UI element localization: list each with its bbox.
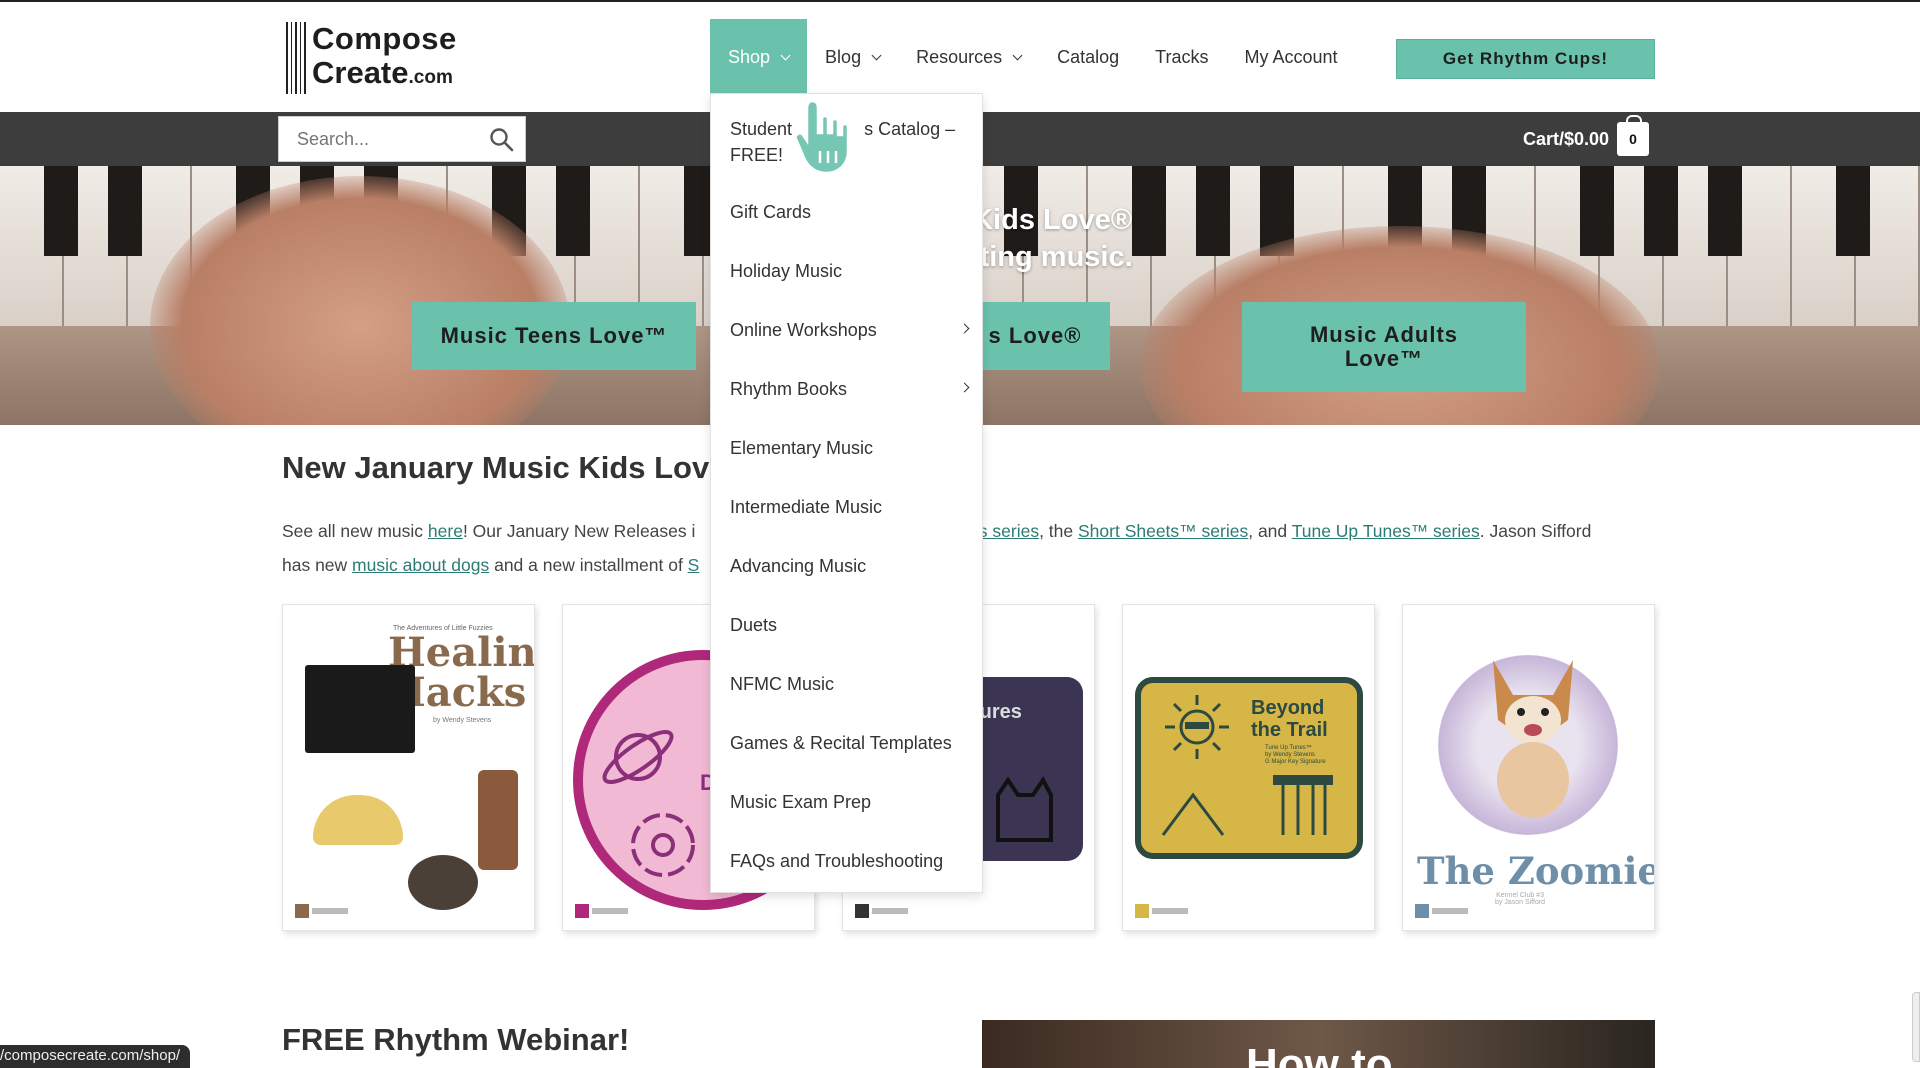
planet-icon — [602, 730, 674, 784]
logo-line-2: Create.com — [312, 54, 453, 90]
product-title: Beyond the Trail — [1251, 697, 1328, 741]
nav-shop[interactable]: Shop — [710, 19, 808, 95]
chevron-right-icon — [959, 382, 970, 393]
product-author: by Wendy Stevens — [433, 717, 492, 724]
menu-item-nfmc-music[interactable]: NFMC Music — [711, 671, 982, 697]
flower-icon — [631, 813, 695, 877]
status-bar-url: /composecreate.com/shop/ — [0, 1045, 191, 1068]
hand-pointer-cursor-icon — [794, 99, 850, 175]
menu-item-faqs-troubleshooting[interactable]: FAQs and Troubleshooting — [711, 848, 982, 874]
menu-item-music-exam-prep[interactable]: Music Exam Prep — [711, 789, 982, 815]
webinar-video-thumbnail[interactable]: How to — [982, 1020, 1655, 1068]
menu-item-rhythm-books[interactable]: Rhythm Books — [711, 376, 982, 402]
soda-can-illustration — [478, 770, 518, 870]
menu-item-advancing-music[interactable]: Advancing Music — [711, 553, 982, 579]
logo-bars-icon — [286, 22, 306, 94]
shop-dropdown-menu: Student s Catalog – FREE! Gift Cards Holi… — [710, 93, 983, 893]
menu-item-holiday-music[interactable]: Holiday Music — [711, 258, 982, 284]
nav-tracks[interactable]: Tracks — [1137, 19, 1226, 95]
chevron-right-icon — [959, 323, 970, 334]
music-adults-love-button[interactable]: Music Adults Love™ — [1242, 302, 1526, 392]
get-rhythm-cups-button[interactable]: Get Rhythm Cups! — [1396, 39, 1655, 79]
product-subtitle: Tune Up Tunes™ by Wendy Stevens G Major Ke… — [1265, 745, 1326, 765]
scrollbar[interactable] — [1912, 992, 1920, 1062]
chips-illustration — [313, 795, 403, 845]
menu-item-online-workshops[interactable]: Online Workshops — [711, 317, 982, 343]
nav-catalog[interactable]: Catalog — [1039, 19, 1137, 95]
nav-resources[interactable]: Resources — [898, 19, 1039, 95]
menu-item-elementary-music[interactable]: Elementary Music — [711, 435, 982, 461]
cart-link[interactable]: Cart/$0.00 0 — [1523, 115, 1650, 159]
menu-item-games-recital-templates[interactable]: Games & Recital Templates — [711, 730, 982, 756]
section-title-free-rhythm-webinar: FREE Rhythm Webinar! — [282, 1022, 630, 1057]
search-icon[interactable] — [489, 127, 515, 153]
nav-blog[interactable]: Blog — [807, 19, 898, 95]
music-teens-love-button[interactable]: Music Teens Love™ — [412, 302, 696, 370]
sun-icon — [1165, 695, 1229, 759]
link-short-sheets-series[interactable]: Short Sheets™ series — [1078, 521, 1248, 541]
product-card-the-zoomies[interactable]: The Zoomies! Kennel Club #3by Jason Siff… — [1402, 604, 1655, 931]
tv-illustration — [305, 665, 415, 753]
search-box — [278, 116, 526, 162]
cart-count-badge: 0 — [1617, 115, 1650, 156]
link-here[interactable]: here — [428, 521, 463, 541]
main-nav: Shop Blog Resources Catalog Tracks My Ac… — [710, 19, 1356, 95]
product-card-healing-hacks[interactable]: The Adventures of Little Fuzzies Healing… — [282, 604, 535, 931]
trail-illustration — [1161, 775, 1333, 836]
menu-item-intermediate-music[interactable]: Intermediate Music — [711, 494, 982, 520]
search-input[interactable] — [297, 128, 477, 150]
menu-item-gift-cards[interactable]: Gift Cards — [711, 199, 982, 225]
menu-item-duets[interactable]: Duets — [711, 612, 982, 638]
logo[interactable]: Compose Create.com — [286, 20, 457, 95]
link-tune-up-tunes-series[interactable]: Tune Up Tunes™ series — [1292, 521, 1480, 541]
chevron-down-icon — [871, 50, 882, 60]
video-title: How to — [1246, 1040, 1393, 1068]
cat-icon — [996, 776, 1053, 842]
logo-text: Compose Create.com — [312, 20, 457, 95]
nav-my-account[interactable]: My Account — [1227, 19, 1356, 95]
link-series-installment[interactable]: S — [688, 555, 700, 575]
cart-total: Cart/$0.00 — [1523, 128, 1610, 149]
link-music-about-dogs[interactable]: music about dogs — [352, 555, 489, 575]
chevron-down-icon — [780, 50, 791, 60]
fuzzy-character-illustration — [408, 855, 478, 910]
product-subtitle: Kennel Club #3 by Jason Sifford — [1495, 892, 1546, 906]
product-title: The Zoomies! — [1417, 849, 1654, 893]
section-title-new-january: New January Music Kids Lov — [282, 450, 710, 485]
corgi-illustration — [1493, 660, 1573, 818]
logo-line-1: Compose — [312, 20, 457, 56]
product-card-beyond-the-trail[interactable]: Beyond the Trail Tune Up Tunes™ by Wendy S… — [1122, 604, 1375, 931]
chevron-down-icon — [1012, 50, 1023, 60]
